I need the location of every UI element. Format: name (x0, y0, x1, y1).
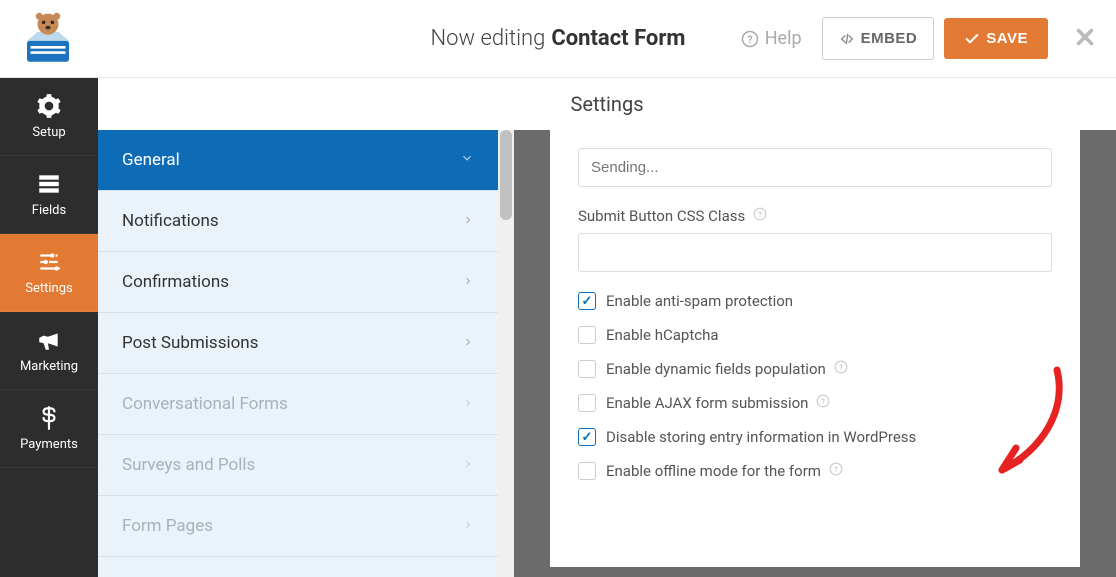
chevron-right-icon (462, 455, 474, 475)
help-label: Help (765, 28, 802, 49)
bullhorn-icon (36, 327, 62, 353)
help-icon[interactable]: ? (816, 394, 830, 412)
ajax-label: Enable AJAX form submission (606, 394, 808, 412)
chevron-down-icon (460, 150, 474, 170)
help-icon[interactable]: ? (753, 207, 767, 225)
close-icon (1074, 26, 1096, 48)
sliders-icon (36, 249, 62, 275)
editing-title: Now editing Contact Form (431, 26, 686, 51)
editing-prefix: Now editing (431, 26, 546, 51)
dynamic-label: Enable dynamic fields population (606, 360, 826, 378)
svg-text:?: ? (822, 397, 826, 406)
top-bar: Now editing Contact Form ? Help EMBED SA… (0, 0, 1116, 78)
setting-general-label: General (122, 150, 180, 170)
settings-panel: Settings General Notifications Confirmat… (98, 78, 1116, 577)
checkbox-disable-store[interactable] (578, 428, 596, 446)
nav-fields-label: Fields (32, 203, 66, 218)
help-icon[interactable]: ? (834, 360, 848, 378)
check-icon (964, 31, 980, 47)
content-area: Submit Button CSS Class ? Enable anti-sp… (514, 130, 1116, 577)
embed-button[interactable]: EMBED (822, 17, 935, 60)
settings-list: General Notifications Confirmations Post… (98, 130, 498, 577)
settings-scrollbar[interactable] (498, 130, 514, 577)
antispam-label: Enable anti-spam protection (606, 292, 793, 310)
checkbox-dynamic[interactable] (578, 360, 596, 378)
nav-marketing-label: Marketing (20, 359, 78, 374)
nav-payments-label: Payments (20, 437, 78, 452)
nav-setup[interactable]: Setup (0, 78, 98, 156)
help-link[interactable]: ? Help (741, 28, 802, 49)
setting-conversational-forms-label: Conversational Forms (122, 394, 288, 414)
setting-post-submissions-label: Post Submissions (122, 333, 258, 353)
submit-css-input[interactable] (578, 233, 1052, 272)
check-antispam[interactable]: Enable anti-spam protection (578, 292, 1052, 310)
check-offline[interactable]: Enable offline mode for the form ? (578, 462, 1052, 480)
svg-text:?: ? (747, 32, 752, 45)
nav-settings[interactable]: Settings (0, 234, 98, 312)
chevron-right-icon (462, 394, 474, 414)
close-button[interactable] (1074, 22, 1096, 55)
svg-text:?: ? (758, 210, 762, 219)
setting-form-pages[interactable]: Form Pages (98, 496, 498, 557)
sending-input[interactable] (578, 148, 1052, 187)
nav-payments[interactable]: Payments (0, 390, 98, 468)
setting-conversational-forms[interactable]: Conversational Forms (98, 374, 498, 435)
save-button[interactable]: SAVE (944, 18, 1048, 59)
nav-marketing[interactable]: Marketing (0, 312, 98, 390)
offline-label: Enable offline mode for the form (606, 462, 821, 480)
check-disable-store[interactable]: Disable storing entry information in Wor… (578, 428, 1052, 446)
setting-confirmations-label: Confirmations (122, 272, 229, 292)
nav-settings-label: Settings (25, 281, 72, 296)
save-label: SAVE (986, 30, 1028, 47)
list-icon (36, 171, 62, 197)
svg-text:?: ? (839, 363, 843, 372)
checkbox-offline[interactable] (578, 462, 596, 480)
chevron-right-icon (462, 211, 474, 231)
gear-icon (36, 93, 62, 119)
hcaptcha-label: Enable hCaptcha (606, 326, 719, 344)
setting-notifications[interactable]: Notifications (98, 191, 498, 252)
setting-notifications-label: Notifications (122, 211, 219, 231)
wpforms-logo (20, 11, 76, 67)
checkbox-antispam[interactable] (578, 292, 596, 310)
check-dynamic[interactable]: Enable dynamic fields population ? (578, 360, 1052, 378)
submit-css-label: Submit Button CSS Class ? (578, 207, 1052, 225)
nav-setup-label: Setup (32, 125, 65, 140)
embed-label: EMBED (861, 30, 918, 47)
main-area: Setup Fields Settings Marketing Payments… (0, 78, 1116, 577)
chevron-right-icon (462, 272, 474, 292)
setting-general[interactable]: General (98, 130, 498, 191)
setting-post-submissions[interactable]: Post Submissions (98, 313, 498, 374)
svg-text:?: ? (834, 465, 838, 474)
chevron-right-icon (462, 333, 474, 353)
content-card: Submit Button CSS Class ? Enable anti-sp… (550, 130, 1080, 567)
setting-surveys-polls-label: Surveys and Polls (122, 455, 255, 475)
help-icon: ? (741, 30, 759, 48)
panel-title: Settings (98, 78, 1116, 130)
side-nav: Setup Fields Settings Marketing Payments (0, 78, 98, 577)
form-name: Contact Form (551, 26, 685, 51)
check-hcaptcha[interactable]: Enable hCaptcha (578, 326, 1052, 344)
setting-confirmations[interactable]: Confirmations (98, 252, 498, 313)
check-ajax[interactable]: Enable AJAX form submission ? (578, 394, 1052, 412)
setting-surveys-polls[interactable]: Surveys and Polls (98, 435, 498, 496)
nav-fields[interactable]: Fields (0, 156, 98, 234)
panel-body: General Notifications Confirmations Post… (98, 130, 1116, 577)
checkbox-hcaptcha[interactable] (578, 326, 596, 344)
dollar-icon (36, 405, 62, 431)
help-icon[interactable]: ? (829, 462, 843, 480)
code-icon (839, 31, 855, 47)
disable-store-label: Disable storing entry information in Wor… (606, 428, 916, 446)
setting-form-pages-label: Form Pages (122, 516, 213, 536)
checkbox-ajax[interactable] (578, 394, 596, 412)
scroll-thumb[interactable] (500, 130, 512, 220)
chevron-right-icon (462, 516, 474, 536)
